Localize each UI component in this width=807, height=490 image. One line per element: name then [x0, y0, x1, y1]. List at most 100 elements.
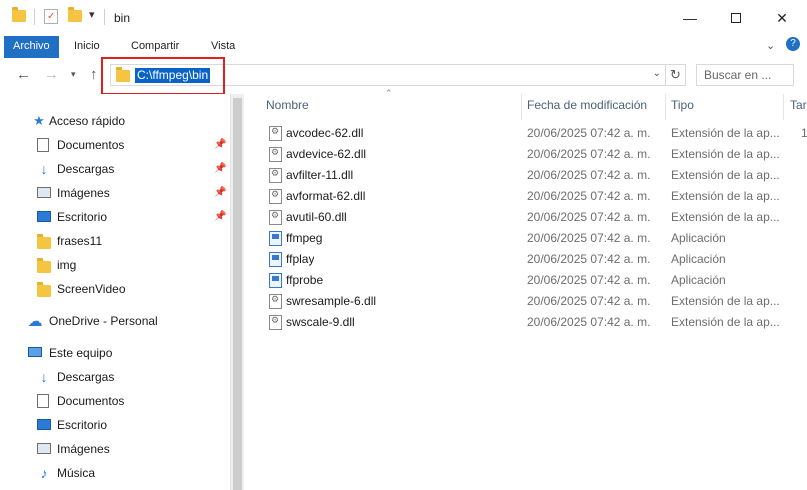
file-row[interactable]: avformat-62.dll 20/06/2025 07:42 a. m. Ext… [265, 186, 807, 207]
forward-arrow-icon[interactable]: → [44, 66, 59, 83]
column-header-name[interactable]: Nombre [266, 98, 309, 112]
nav-item-documentos[interactable]: Documentos 📌 [0, 134, 230, 156]
column-divider[interactable] [665, 94, 666, 120]
back-arrow-icon[interactable]: ← [16, 66, 31, 83]
nav-item-descargas[interactable]: ↓ Descargas 📌 [0, 158, 230, 180]
file-name: swresample-6.dll [286, 294, 377, 308]
chevron-down-icon[interactable]: ⌄ [653, 68, 661, 79]
tab-vista[interactable]: Vista [203, 36, 243, 58]
file-name: avutil-60.dll [286, 210, 347, 224]
column-divider[interactable] [521, 94, 522, 120]
file-row[interactable]: ffplay 20/06/2025 07:42 a. m. Aplicación [265, 249, 807, 270]
music-icon: ♪ [40, 465, 48, 481]
nav-item-img[interactable]: img [0, 254, 230, 276]
file-row[interactable]: avdevice-62.dll 20/06/2025 07:42 a. m. Ext… [265, 144, 807, 165]
nav-label: Imágenes [57, 442, 110, 456]
dll-file-icon [269, 147, 282, 162]
file-row[interactable]: avutil-60.dll 20/06/2025 07:42 a. m. Exten… [265, 207, 807, 228]
column-header-type[interactable]: Tipo [671, 98, 694, 112]
tab-archivo[interactable]: Archivo [4, 36, 59, 58]
file-date: 20/06/2025 07:42 a. m. [527, 168, 651, 182]
file-row[interactable]: swscale-9.dll 20/06/2025 07:42 a. m. Exten… [265, 312, 807, 333]
file-name: swscale-9.dll [286, 315, 355, 329]
column-header-size[interactable]: Tar [790, 98, 807, 112]
file-row[interactable]: avfilter-11.dll 20/06/2025 07:42 a. m. Ext… [265, 165, 807, 186]
new-folder-icon[interactable] [68, 7, 82, 25]
file-type: Extensión de la ap... [671, 294, 780, 308]
folder-icon [37, 258, 51, 274]
nav-pc-musica[interactable]: ♪ Música [0, 462, 230, 484]
folder-icon [12, 7, 26, 25]
close-button[interactable]: ✕ [759, 0, 805, 36]
file-date: 20/06/2025 07:42 a. m. [527, 126, 651, 140]
documents-icon [37, 138, 49, 152]
scrollbar-thumb[interactable] [233, 98, 242, 490]
file-name: ffplay [286, 252, 315, 266]
file-row[interactable]: ffprobe 20/06/2025 07:42 a. m. Aplicación [265, 270, 807, 291]
toolbar-separator [34, 9, 35, 25]
nav-pc-documentos[interactable]: Documentos [0, 390, 230, 412]
file-list: ⌃ Nombre Fecha de modificación Tipo Tar … [245, 88, 807, 490]
nav-pc-descargas[interactable]: ↓ Descargas [0, 366, 230, 388]
file-type: Extensión de la ap... [671, 189, 780, 203]
dll-file-icon [269, 189, 282, 204]
pin-icon: 📌 [214, 211, 227, 222]
nav-item-screenvideo[interactable]: ScreenVideo [0, 278, 230, 300]
dll-file-icon [269, 126, 282, 141]
nav-item-imagenes[interactable]: Imágenes 📌 [0, 182, 230, 204]
minimize-icon: — [683, 10, 697, 26]
documents-icon [37, 394, 49, 408]
file-date: 20/06/2025 07:42 a. m. [527, 189, 651, 203]
application-icon [269, 273, 282, 288]
nav-label: Escritorio [57, 418, 108, 432]
column-divider[interactable] [783, 94, 784, 120]
sort-ascending-icon: ⌃ [385, 88, 393, 98]
close-icon: ✕ [776, 9, 788, 26]
nav-quick-access[interactable]: ★ Acceso rápido [0, 110, 230, 132]
nav-pc-imagenes[interactable]: Imágenes [0, 438, 230, 460]
nav-label: Documentos [57, 138, 125, 152]
file-row[interactable]: swresample-6.dll 20/06/2025 07:42 a. m. Ex… [265, 291, 807, 312]
help-icon[interactable]: ? [786, 37, 800, 51]
column-header-date[interactable]: Fecha de modificación [527, 98, 647, 112]
maximize-icon [731, 13, 741, 23]
file-name: ffmpeg [286, 231, 323, 245]
nav-pane-scrollbar[interactable] [230, 94, 244, 490]
refresh-button[interactable]: ↻ [666, 64, 686, 86]
maximize-button[interactable] [713, 0, 759, 36]
properties-icon[interactable]: ✓ [44, 9, 58, 24]
recent-locations-icon[interactable]: ▾ [71, 69, 76, 80]
up-arrow-icon[interactable]: ↑ [90, 66, 98, 83]
minimize-button[interactable]: — [667, 0, 713, 36]
ribbon-expand-icon[interactable]: ⌄ [766, 39, 775, 52]
navigation-pane: ★ Acceso rápido Documentos 📌 ↓ Descargas… [0, 94, 230, 490]
nav-item-frases11[interactable]: frases11 [0, 230, 230, 252]
nav-this-pc[interactable]: Este equipo [0, 342, 230, 364]
tab-compartir[interactable]: Compartir [123, 36, 187, 58]
nav-item-escritorio[interactable]: Escritorio 📌 [0, 206, 230, 228]
application-icon [269, 231, 282, 246]
file-row[interactable]: avcodec-62.dll 20/06/2025 07:42 a. m. Exte… [265, 123, 807, 144]
toolbar-separator [104, 9, 105, 25]
download-icon: ↓ [40, 161, 48, 177]
nav-label: Música [57, 466, 96, 480]
folder-icon [37, 282, 51, 298]
nav-label: Este equipo [49, 346, 113, 360]
desktop-icon [37, 419, 51, 430]
nav-onedrive[interactable]: ☁ OneDrive - Personal [0, 310, 230, 332]
pin-icon: 📌 [214, 187, 227, 198]
pictures-icon [37, 187, 51, 198]
nav-pc-escritorio[interactable]: Escritorio [0, 414, 230, 436]
file-date: 20/06/2025 07:42 a. m. [527, 294, 651, 308]
dll-file-icon [269, 315, 282, 330]
file-row[interactable]: ffmpeg 20/06/2025 07:42 a. m. Aplicación [265, 228, 807, 249]
file-date: 20/06/2025 07:42 a. m. [527, 147, 651, 161]
file-type: Aplicación [671, 231, 726, 245]
search-input[interactable]: Buscar en ... [696, 64, 794, 86]
cloud-icon: ☁ [27, 313, 43, 330]
dll-file-icon [269, 210, 282, 225]
tab-inicio[interactable]: Inicio [66, 36, 108, 58]
file-type: Extensión de la ap... [671, 210, 780, 224]
quick-access-dropdown-icon[interactable]: ▾ [89, 8, 95, 21]
download-icon: ↓ [40, 369, 48, 385]
